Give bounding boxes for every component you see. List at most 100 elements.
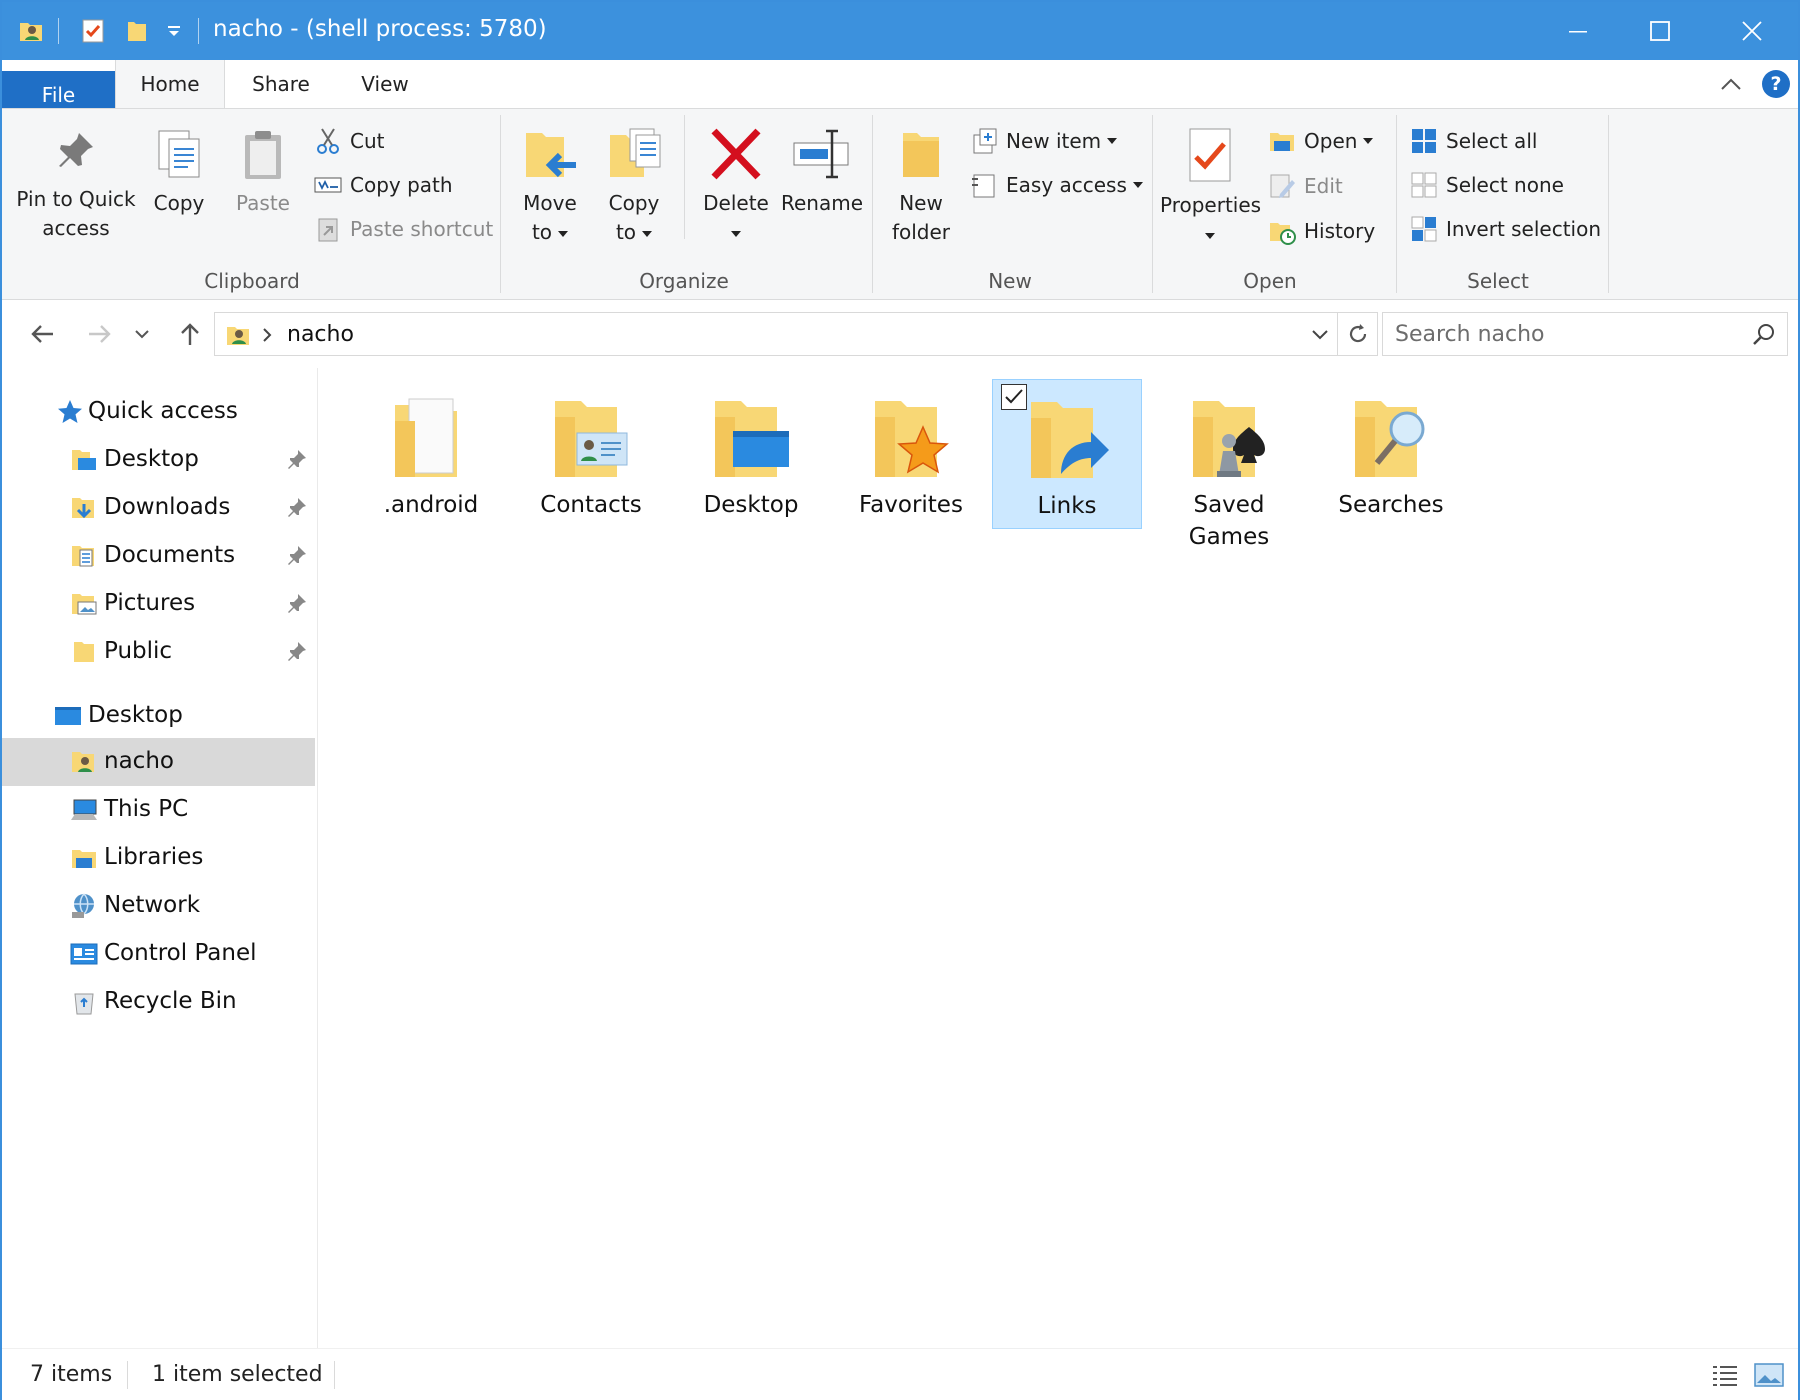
folder-links[interactable]: Links — [992, 379, 1142, 529]
sidebar-item-control-panel[interactable]: Control Panel — [2, 930, 315, 978]
refresh-button[interactable] — [1338, 312, 1378, 356]
sidebar-item-network[interactable]: Network — [2, 882, 315, 930]
delete-icon — [711, 128, 761, 180]
search-icon[interactable] — [1751, 322, 1777, 348]
navigation-pane: Quick access Desktop Downloads Documents… — [2, 368, 318, 1348]
minimize-button[interactable] — [1532, 2, 1624, 60]
collapse-ribbon-icon[interactable] — [1720, 74, 1742, 96]
favorites-folder-icon — [875, 401, 949, 477]
window-title: nacho - (shell process: 5780) — [213, 16, 547, 42]
desktop-folder-icon — [72, 450, 96, 470]
chevron-down-icon[interactable] — [1311, 327, 1329, 341]
tab-share[interactable]: Share — [225, 60, 337, 108]
cut-button[interactable]: Cut — [314, 123, 384, 159]
sidebar-item-this-pc[interactable]: This PC — [2, 786, 315, 834]
network-icon — [72, 893, 94, 918]
paste-shortcut-icon — [318, 218, 338, 242]
folder-desktop[interactable]: Desktop — [676, 379, 826, 527]
user-folder-icon[interactable] — [14, 2, 48, 60]
help-icon[interactable]: ? — [1762, 70, 1790, 98]
history-button[interactable]: History — [1268, 213, 1375, 249]
up-button[interactable] — [170, 314, 210, 354]
star-icon — [58, 400, 82, 423]
folder-contacts[interactable]: Contacts — [516, 379, 666, 527]
back-button[interactable] — [22, 314, 62, 354]
delete-button[interactable]: Delete — [696, 127, 776, 247]
properties-quick-icon[interactable] — [76, 2, 110, 60]
search-box[interactable] — [1382, 312, 1788, 356]
rename-button[interactable]: Rename — [780, 127, 864, 218]
open-folder-icon — [1270, 133, 1294, 151]
edit-icon — [1270, 174, 1295, 198]
refresh-icon — [1349, 324, 1366, 343]
contacts-folder-icon — [555, 401, 628, 477]
explorer-window: nacho - (shell process: 5780) File Home … — [0, 0, 1800, 1400]
paste-shortcut-button[interactable]: Paste shortcut — [314, 211, 493, 247]
selection-count: 1 item selected — [152, 1362, 323, 1387]
copy-to-button[interactable]: Copy to — [594, 127, 674, 247]
pin-to-quick-access-button[interactable]: Pin to Quick access — [16, 127, 136, 243]
sidebar-item-desktop[interactable]: Desktop — [2, 692, 315, 740]
recent-locations-button[interactable] — [128, 314, 156, 354]
sidebar-item-nacho[interactable]: nacho — [2, 738, 315, 786]
pin-icon[interactable] — [286, 448, 308, 470]
address-bar[interactable]: nacho — [214, 312, 1338, 356]
file-list: .android Contacts Desktop Favorites Link… — [320, 368, 1798, 1348]
sidebar-item-public[interactable]: Public — [2, 628, 315, 676]
sidebar-item-documents[interactable]: Documents — [2, 532, 315, 580]
copy-path-button[interactable]: Copy path — [314, 167, 453, 203]
search-input[interactable] — [1383, 313, 1743, 355]
pin-icon[interactable] — [286, 592, 308, 614]
pin-icon[interactable] — [286, 496, 308, 518]
status-bar: 7 items 1 item selected — [2, 1348, 1798, 1400]
new-item-icon — [973, 128, 997, 154]
forward-button[interactable] — [80, 314, 120, 354]
new-folder-quick-icon[interactable] — [120, 2, 154, 60]
paste-button[interactable]: Paste — [226, 127, 300, 218]
move-to-button[interactable]: Move to — [510, 127, 590, 247]
scissors-icon — [317, 128, 339, 154]
easy-access-icon — [972, 174, 995, 198]
folder-android[interactable]: .android — [356, 379, 506, 527]
navigation-bar: nacho — [2, 300, 1798, 368]
sidebar-item-recycle-bin[interactable]: Recycle Bin — [2, 978, 315, 1026]
breadcrumb-nacho[interactable]: nacho — [287, 322, 354, 347]
pin-icon — [59, 133, 93, 167]
new-group-label: New — [988, 269, 1032, 293]
pin-icon[interactable] — [286, 640, 308, 662]
open-group-label: Open — [1243, 269, 1297, 293]
folder-icon — [74, 642, 94, 662]
tab-view[interactable]: View — [337, 60, 433, 108]
folder-icon — [395, 398, 457, 477]
sidebar-item-quick-access[interactable]: Quick access — [2, 388, 315, 436]
tab-home[interactable]: Home — [115, 60, 225, 108]
folder-searches[interactable]: Searches — [1316, 379, 1466, 527]
customize-toolbar-icon[interactable] — [162, 2, 186, 60]
select-none-button[interactable]: Select none — [1410, 167, 1564, 203]
sidebar-item-libraries[interactable]: Libraries — [2, 834, 315, 882]
select-all-button[interactable]: Select all — [1410, 123, 1537, 159]
details-view-icon[interactable] — [1710, 1361, 1740, 1389]
edit-button[interactable]: Edit — [1268, 168, 1343, 204]
user-folder-icon — [227, 327, 249, 345]
folder-saved-games[interactable]: Saved Games — [1154, 379, 1304, 559]
invert-selection-button[interactable]: Invert selection — [1410, 211, 1601, 247]
maximize-button[interactable] — [1614, 2, 1706, 60]
open-button[interactable]: Open — [1268, 123, 1374, 159]
documents-folder-icon — [72, 546, 94, 567]
searches-folder-icon — [1355, 401, 1425, 477]
chevron-right-icon[interactable] — [261, 327, 273, 343]
folder-favorites[interactable]: Favorites — [836, 379, 986, 527]
large-icons-view-icon[interactable] — [1754, 1361, 1784, 1389]
new-folder-button[interactable]: New folder — [880, 127, 962, 247]
sidebar-item-downloads[interactable]: Downloads — [2, 484, 315, 532]
pin-icon[interactable] — [286, 544, 308, 566]
easy-access-button[interactable]: Easy access — [970, 167, 1143, 203]
copy-button[interactable]: Copy — [142, 127, 216, 218]
close-button[interactable] — [1706, 2, 1798, 60]
sidebar-item-pictures[interactable]: Pictures — [2, 580, 315, 628]
sidebar-item-desktop-pinned[interactable]: Desktop — [2, 436, 315, 484]
title-bar: nacho - (shell process: 5780) — [2, 2, 1798, 60]
new-item-button[interactable]: New item — [970, 123, 1118, 159]
properties-button[interactable]: Properties — [1160, 127, 1261, 249]
